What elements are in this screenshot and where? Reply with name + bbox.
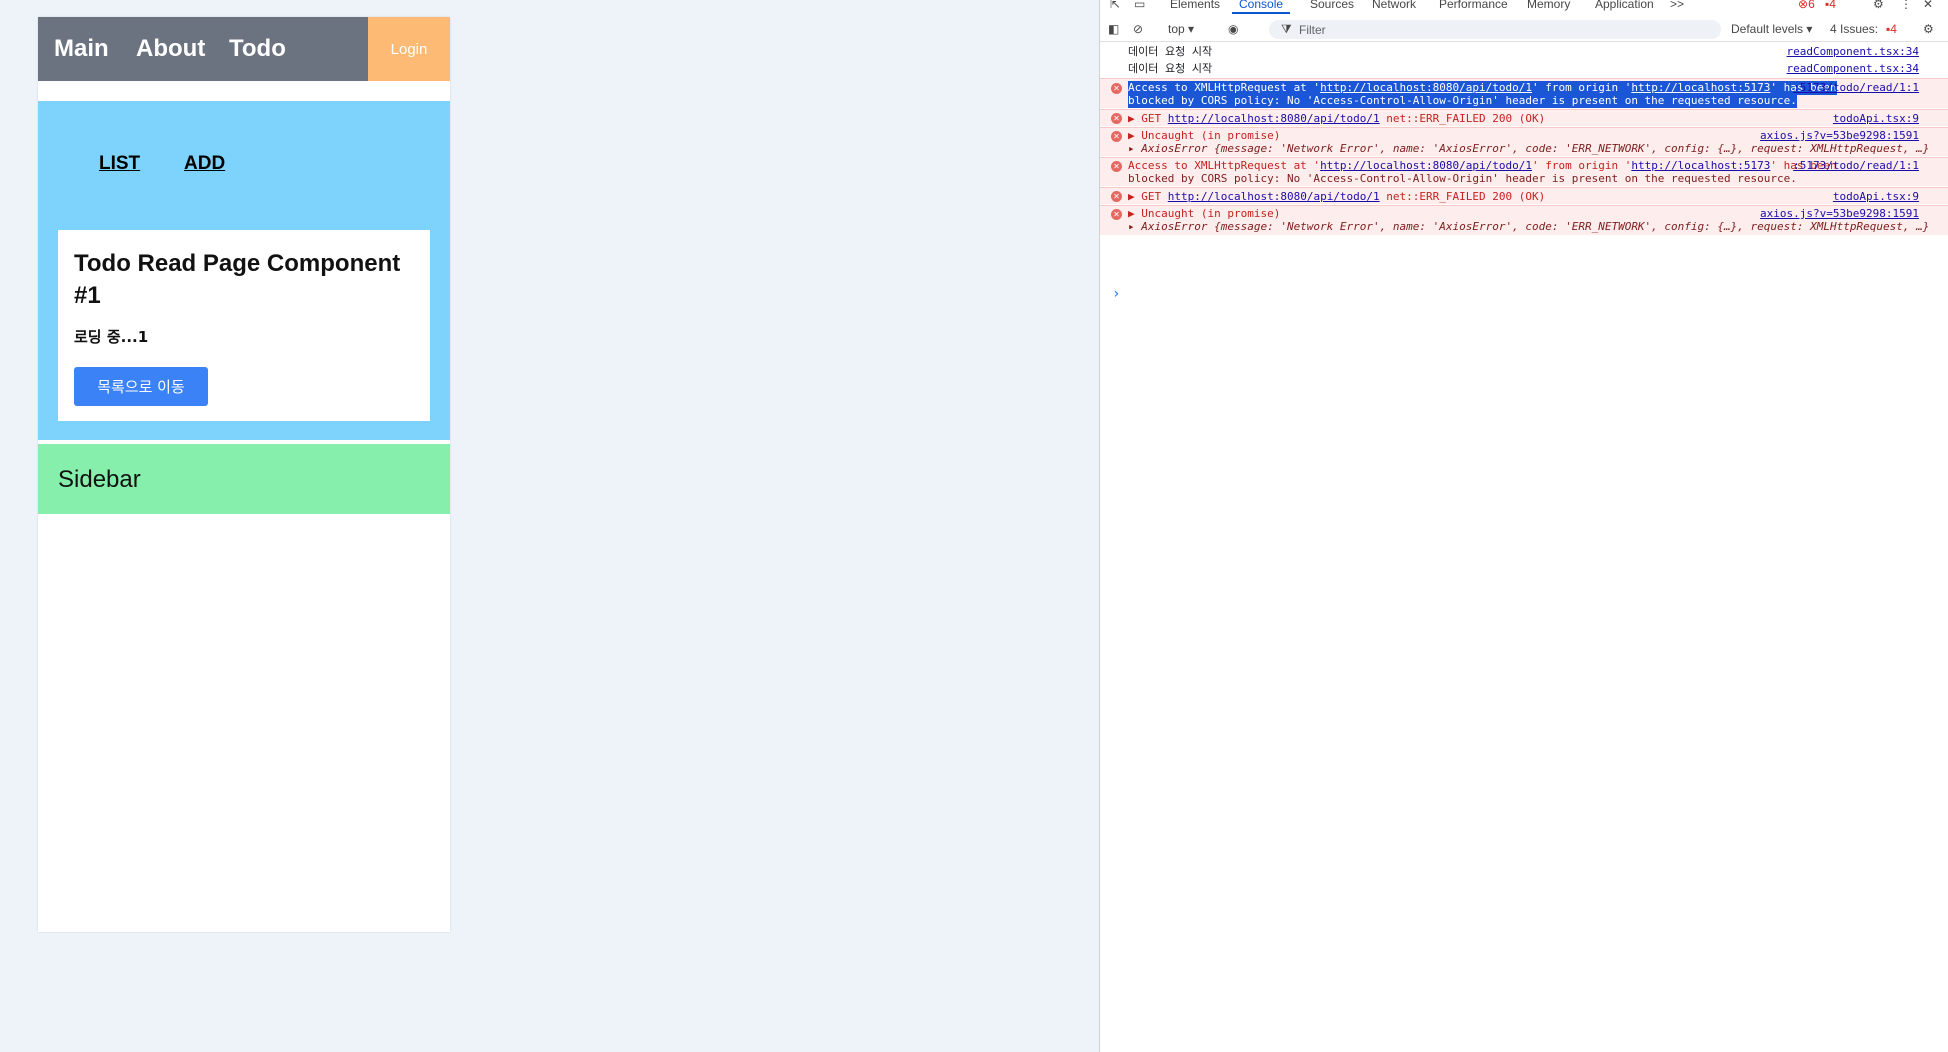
error-origin-link[interactable]: http://localhost:5173 <box>1631 81 1770 94</box>
error-text-line1: Access to XMLHttpRequest at 'http://loca… <box>1128 159 1837 172</box>
mobile-page: Main About Todo Login LIST ADD Todo Read… <box>38 17 450 932</box>
error-source-link[interactable]: axios.js?v=53be9298:1591 <box>1760 129 1919 143</box>
error-source-link[interactable]: axios.js?v=53be9298:1591 <box>1760 207 1919 221</box>
sidebar-toggle-icon[interactable]: ◧ <box>1108 22 1119 36</box>
active-tab-indicator <box>1232 12 1290 14</box>
tab-console[interactable]: Console <box>1239 0 1283 11</box>
console-prompt-input[interactable]: › <box>1112 286 1120 302</box>
error-url-link[interactable]: http://localhost:8080/api/todo/1 <box>1320 81 1532 94</box>
console-error-row[interactable]: ✕ Access to XMLHttpRequest at 'http://lo… <box>1100 157 1948 186</box>
error-count-badge[interactable]: ⊗6 <box>1798 0 1815 11</box>
request-url-link[interactable]: http://localhost:8080/api/todo/1 <box>1168 112 1380 125</box>
filter-icon: ⧩ <box>1281 22 1292 36</box>
error-icon: ✕ <box>1111 131 1122 142</box>
context-selector[interactable]: top ▾ <box>1168 22 1194 36</box>
tab-application[interactable]: Application <box>1595 0 1654 11</box>
error-text-line2: blocked by CORS policy: No 'Access-Contr… <box>1128 172 1797 185</box>
filter-input[interactable]: ⧩ Filter <box>1269 20 1721 39</box>
request-url-link[interactable]: http://localhost:8080/api/todo/1 <box>1168 190 1380 203</box>
top-navigation: Main About Todo Login <box>38 17 450 81</box>
device-toolbar-icon[interactable]: ▭ <box>1134 0 1145 11</box>
error-source-link[interactable]: :5173/todo/read/1:1 <box>1793 81 1919 95</box>
console-toolbar: ◧ ⊘ top ▾ ◉ ⧩ Filter Default levels ▾ 4 … <box>1100 18 1948 42</box>
nav-todo-link[interactable]: Todo <box>229 35 286 63</box>
console-error-row[interactable]: ✕ ▶ Uncaught (in promise) ▸ AxiosError {… <box>1100 205 1948 235</box>
error-icon: ✕ <box>1111 83 1122 94</box>
error-text: ▶ GET http://localhost:8080/api/todo/1 n… <box>1128 112 1546 125</box>
error-source-link[interactable]: todoApi.tsx:9 <box>1833 112 1919 126</box>
add-link[interactable]: ADD <box>184 153 225 175</box>
log-source-link[interactable]: readComponent.tsx:34 <box>1787 45 1919 59</box>
error-text-line2: blocked by CORS policy: No 'Access-Contr… <box>1128 94 1797 108</box>
close-devtools-icon[interactable]: ✕ <box>1923 0 1933 11</box>
console-error-row[interactable]: ✕ ▶ Uncaught (in promise) ▸ AxiosError {… <box>1100 127 1948 156</box>
axios-error-detail[interactable]: ▸ AxiosError {message: 'Network Error', … <box>1128 220 1929 234</box>
tab-memory[interactable]: Memory <box>1527 0 1570 11</box>
settings-gear-icon[interactable]: ⚙ <box>1873 0 1884 11</box>
error-url-link[interactable]: http://localhost:8080/api/todo/1 <box>1320 159 1532 172</box>
console-error-row[interactable]: ✕ ▶ GET http://localhost:8080/api/todo/1… <box>1100 187 1948 204</box>
log-text: 데이터 요청 시작 <box>1128 62 1213 75</box>
console-error-row[interactable]: ✕ ▶ GET http://localhost:8080/api/todo/1… <box>1100 109 1948 126</box>
sidebar: Sidebar <box>38 444 450 514</box>
tab-elements[interactable]: Elements <box>1170 0 1220 11</box>
error-origin-link[interactable]: http://localhost:5173 <box>1631 159 1770 172</box>
todo-content-area: LIST ADD Todo Read Page Component #1 로딩 … <box>38 101 450 440</box>
nav-about-link[interactable]: About <box>136 35 205 63</box>
login-button[interactable]: Login <box>368 17 450 81</box>
error-text-line1: Access to XMLHttpRequest at 'http://loca… <box>1128 81 1837 95</box>
todo-read-card: Todo Read Page Component #1 로딩 중...1 목록으… <box>58 230 430 421</box>
card-title: Todo Read Page Component #1 <box>74 250 401 309</box>
app-viewport: Main About Todo Login LIST ADD Todo Read… <box>0 0 1099 1052</box>
more-options-icon[interactable]: ⋮ <box>1900 0 1912 11</box>
tab-sources[interactable]: Sources <box>1310 0 1354 11</box>
devtools-panel: ⇱ ▭ Elements Console Sources Network Per… <box>1099 0 1948 1052</box>
error-text: ▶ Uncaught (in promise) <box>1128 129 1281 142</box>
nav-main-link[interactable]: Main <box>54 35 109 63</box>
error-source-link[interactable]: :5173/todo/read/1:1 <box>1793 159 1919 173</box>
console-log-row: 데이터 요청 시작 readComponent.tsx:34 <box>1100 60 1948 78</box>
console-log-row: 데이터 요청 시작 readComponent.tsx:34 <box>1100 43 1948 60</box>
list-link[interactable]: LIST <box>99 153 140 175</box>
axios-error-detail[interactable]: ▸ AxiosError {message: 'Network Error', … <box>1128 142 1929 156</box>
filter-placeholder: Filter <box>1299 23 1326 37</box>
log-source-link[interactable]: readComponent.tsx:34 <box>1787 62 1919 76</box>
loading-text: 로딩 중...1 <box>74 328 149 346</box>
error-text: ▶ GET http://localhost:8080/api/todo/1 n… <box>1128 190 1546 203</box>
log-levels-dropdown[interactable]: Default levels ▾ <box>1731 22 1812 36</box>
back-to-list-button[interactable]: 목록으로 이동 <box>74 367 208 406</box>
inspect-element-icon[interactable]: ⇱ <box>1110 0 1120 11</box>
devtools-tab-bar: ⇱ ▭ Elements Console Sources Network Per… <box>1100 0 1948 14</box>
error-source-link[interactable]: todoApi.tsx:9 <box>1833 190 1919 204</box>
console-error-row[interactable]: ✕ Access to XMLHttpRequest at 'http://lo… <box>1100 78 1948 108</box>
error-icon: ✕ <box>1111 191 1122 202</box>
more-tabs-icon[interactable]: >> <box>1670 0 1684 11</box>
tab-performance[interactable]: Performance <box>1439 0 1508 11</box>
error-icon: ✕ <box>1111 113 1122 124</box>
live-expression-eye-icon[interactable]: ◉ <box>1228 22 1238 36</box>
clear-console-icon[interactable]: ⊘ <box>1133 22 1143 36</box>
issues-label[interactable]: 4 Issues: <box>1830 22 1878 36</box>
issues-count-badge[interactable]: ▪4 <box>1886 22 1897 36</box>
error-icon: ✕ <box>1111 161 1122 172</box>
sidebar-label: Sidebar <box>58 466 141 493</box>
log-text: 데이터 요청 시작 <box>1128 45 1213 58</box>
tab-network[interactable]: Network <box>1372 0 1416 11</box>
console-settings-icon[interactable]: ⚙ <box>1923 22 1934 36</box>
warning-count-badge[interactable]: ▪4 <box>1825 0 1836 11</box>
error-icon: ✕ <box>1111 209 1122 220</box>
error-text: ▶ Uncaught (in promise) <box>1128 207 1281 220</box>
